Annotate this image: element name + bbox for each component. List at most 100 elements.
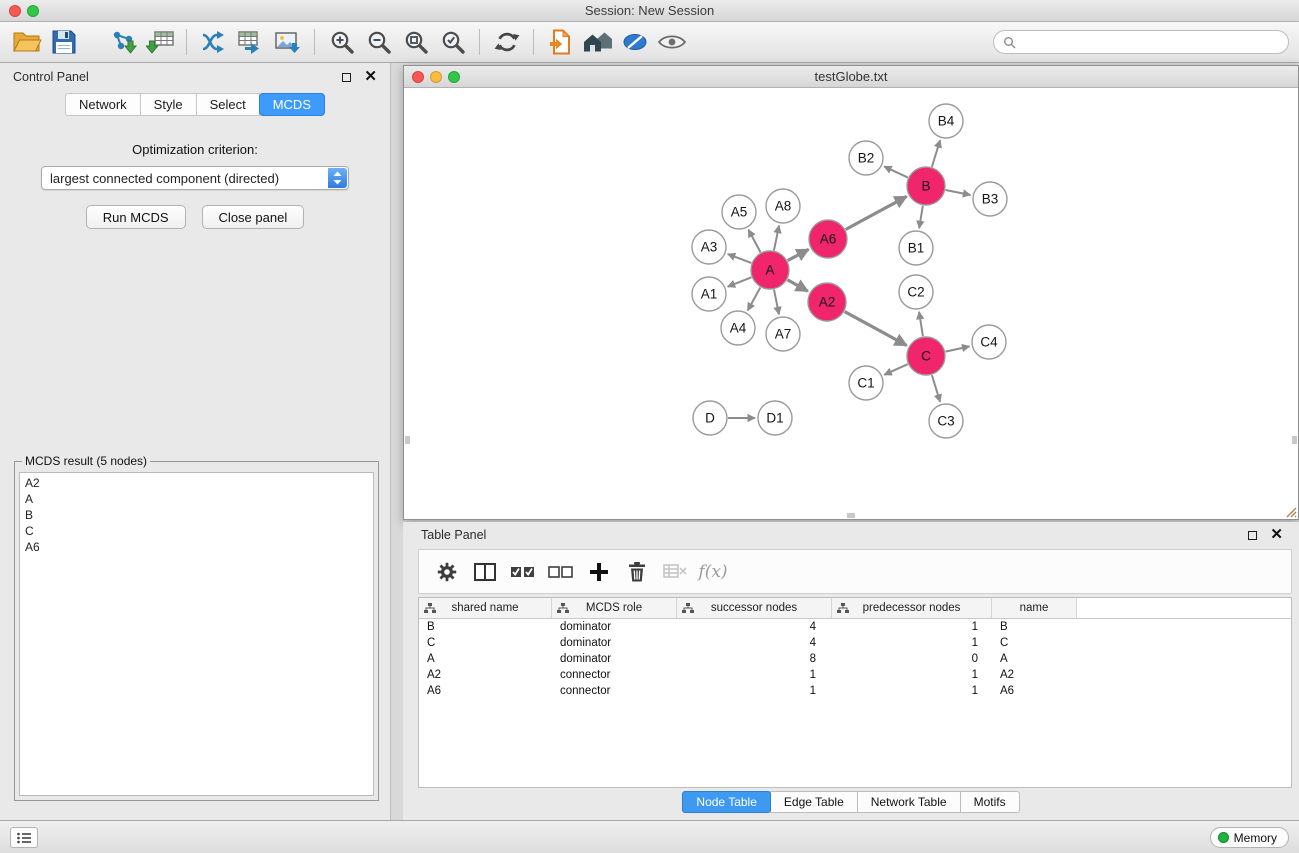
search-box[interactable]: [993, 30, 1289, 54]
float-table-panel-icon[interactable]: [1248, 531, 1257, 540]
tab-style[interactable]: Style: [140, 93, 197, 116]
import-table-button[interactable]: [141, 25, 178, 59]
resize-grip-icon[interactable]: [1283, 504, 1297, 518]
float-panel-icon[interactable]: [342, 73, 351, 82]
graph-node-B[interactable]: B: [907, 167, 945, 205]
graph-edge[interactable]: [932, 140, 940, 167]
delete-table-button[interactable]: [656, 553, 694, 591]
graph-node-A6[interactable]: A6: [809, 220, 847, 258]
column-header-predecessor-nodes[interactable]: predecessor nodes: [832, 598, 992, 618]
left-scroll-mark[interactable]: [405, 436, 410, 444]
result-item[interactable]: B: [25, 507, 368, 523]
memory-button[interactable]: Memory: [1210, 827, 1289, 848]
close-panel-button[interactable]: Close panel: [202, 205, 305, 229]
network-view-window[interactable]: testGlobe.txt B4B2BB3A5A8A6A3B1AC2A1A2A4…: [403, 65, 1299, 520]
graph-edge[interactable]: [946, 190, 971, 195]
network-zoom-button[interactable]: [448, 71, 460, 83]
close-panel-icon[interactable]: ✕: [364, 72, 377, 82]
network-graph[interactable]: B4B2BB3A5A8A6A3B1AC2A1A2A4A7C4CC1DD1C3: [404, 88, 1296, 517]
open-session-button[interactable]: [8, 25, 45, 59]
network-window-titlebar[interactable]: testGlobe.txt: [404, 66, 1298, 88]
graph-node-D1[interactable]: D1: [758, 401, 792, 435]
tab-edge-table[interactable]: Edge Table: [770, 791, 858, 813]
graph-node-C3[interactable]: C3: [929, 404, 963, 438]
tab-network-table[interactable]: Network Table: [857, 791, 961, 813]
unselect-all-columns-button[interactable]: [542, 553, 580, 591]
result-item[interactable]: C: [25, 523, 368, 539]
graph-edge[interactable]: [919, 312, 923, 336]
run-mcds-button[interactable]: Run MCDS: [86, 205, 186, 229]
table-row[interactable]: A2connector11A2: [419, 667, 1291, 683]
graph-node-B4[interactable]: B4: [929, 104, 963, 138]
graph-edge[interactable]: [774, 290, 779, 315]
table-row[interactable]: Cdominator41C: [419, 635, 1291, 651]
zoom-fit-button[interactable]: [397, 25, 434, 59]
network-close-button[interactable]: [412, 71, 424, 83]
tab-motifs[interactable]: Motifs: [960, 791, 1020, 813]
network-canvas[interactable]: B4B2BB3A5A8A6A3B1AC2A1A2A4A7C4CC1DD1C3: [404, 88, 1298, 519]
show-columns-button[interactable]: [466, 553, 504, 591]
network-minimize-button[interactable]: [430, 71, 442, 83]
refresh-view-button[interactable]: [488, 25, 525, 59]
tab-node-table[interactable]: Node Table: [682, 791, 771, 813]
home-button[interactable]: [579, 25, 616, 59]
graph-edge[interactable]: [946, 346, 970, 351]
graph-node-B2[interactable]: B2: [849, 141, 883, 175]
right-scroll-mark[interactable]: [1292, 436, 1297, 444]
export-table-button[interactable]: [232, 25, 269, 59]
table-settings-button[interactable]: [428, 553, 466, 591]
graph-node-B3[interactable]: B3: [973, 182, 1007, 216]
graph-node-C2[interactable]: C2: [899, 275, 933, 309]
tab-network[interactable]: Network: [65, 93, 141, 116]
graph-edge[interactable]: [787, 280, 807, 291]
close-window-button[interactable]: [9, 5, 21, 17]
graph-node-A4[interactable]: A4: [721, 311, 755, 345]
graph-node-A[interactable]: A: [751, 251, 789, 289]
graph-edge[interactable]: [884, 166, 908, 177]
graph-edge[interactable]: [788, 249, 809, 260]
export-image-button[interactable]: [269, 25, 306, 59]
node-table[interactable]: shared name MCDS role successor nodes pr…: [418, 597, 1292, 788]
search-input[interactable]: [1021, 35, 1279, 49]
graph-node-A3[interactable]: A3: [692, 230, 726, 264]
zoom-window-button[interactable]: [27, 5, 39, 17]
graph-node-C[interactable]: C: [907, 337, 945, 375]
graph-edge[interactable]: [748, 288, 761, 311]
graph-edge[interactable]: [919, 206, 923, 229]
graph-node-C1[interactable]: C1: [849, 366, 883, 400]
graph-edge[interactable]: [748, 230, 760, 253]
import-network-button[interactable]: [104, 25, 141, 59]
save-session-button[interactable]: [45, 25, 82, 59]
table-row[interactable]: A6connector11A6: [419, 683, 1291, 699]
open-session-document-button[interactable]: [542, 25, 579, 59]
criterion-dropdown[interactable]: largest connected component (directed): [41, 166, 349, 190]
export-network-button[interactable]: [195, 25, 232, 59]
function-builder-button[interactable]: f(x): [694, 553, 732, 591]
zoom-in-button[interactable]: [323, 25, 360, 59]
graph-node-D[interactable]: D: [693, 401, 727, 435]
table-row[interactable]: Bdominator41B: [419, 619, 1291, 635]
graph-edge[interactable]: [932, 375, 940, 402]
graph-node-A1[interactable]: A1: [692, 277, 726, 311]
delete-column-button[interactable]: [618, 553, 656, 591]
tab-mcds[interactable]: MCDS: [259, 93, 325, 116]
select-all-columns-button[interactable]: [504, 553, 542, 591]
mcds-result-list[interactable]: A2ABCA6: [19, 472, 374, 796]
result-item[interactable]: A2: [25, 475, 368, 491]
table-row[interactable]: Adominator80A: [419, 651, 1291, 667]
result-item[interactable]: A6: [25, 539, 368, 555]
graph-edge[interactable]: [728, 277, 752, 286]
graph-node-A8[interactable]: A8: [766, 189, 800, 223]
graph-edge[interactable]: [845, 312, 907, 346]
column-header-successor-nodes[interactable]: successor nodes: [677, 598, 832, 618]
column-header-mcds-role[interactable]: MCDS role: [552, 598, 677, 618]
graph-node-C4[interactable]: C4: [972, 325, 1006, 359]
graph-edge[interactable]: [774, 226, 779, 251]
graph-node-B1[interactable]: B1: [899, 231, 933, 265]
tab-select[interactable]: Select: [196, 93, 260, 116]
column-header-name[interactable]: name: [992, 598, 1077, 618]
close-table-panel-icon[interactable]: ✕: [1270, 530, 1283, 540]
graph-node-A5[interactable]: A5: [722, 195, 756, 229]
graph-edge[interactable]: [884, 364, 908, 375]
bottom-scroll-mark[interactable]: [847, 513, 855, 518]
